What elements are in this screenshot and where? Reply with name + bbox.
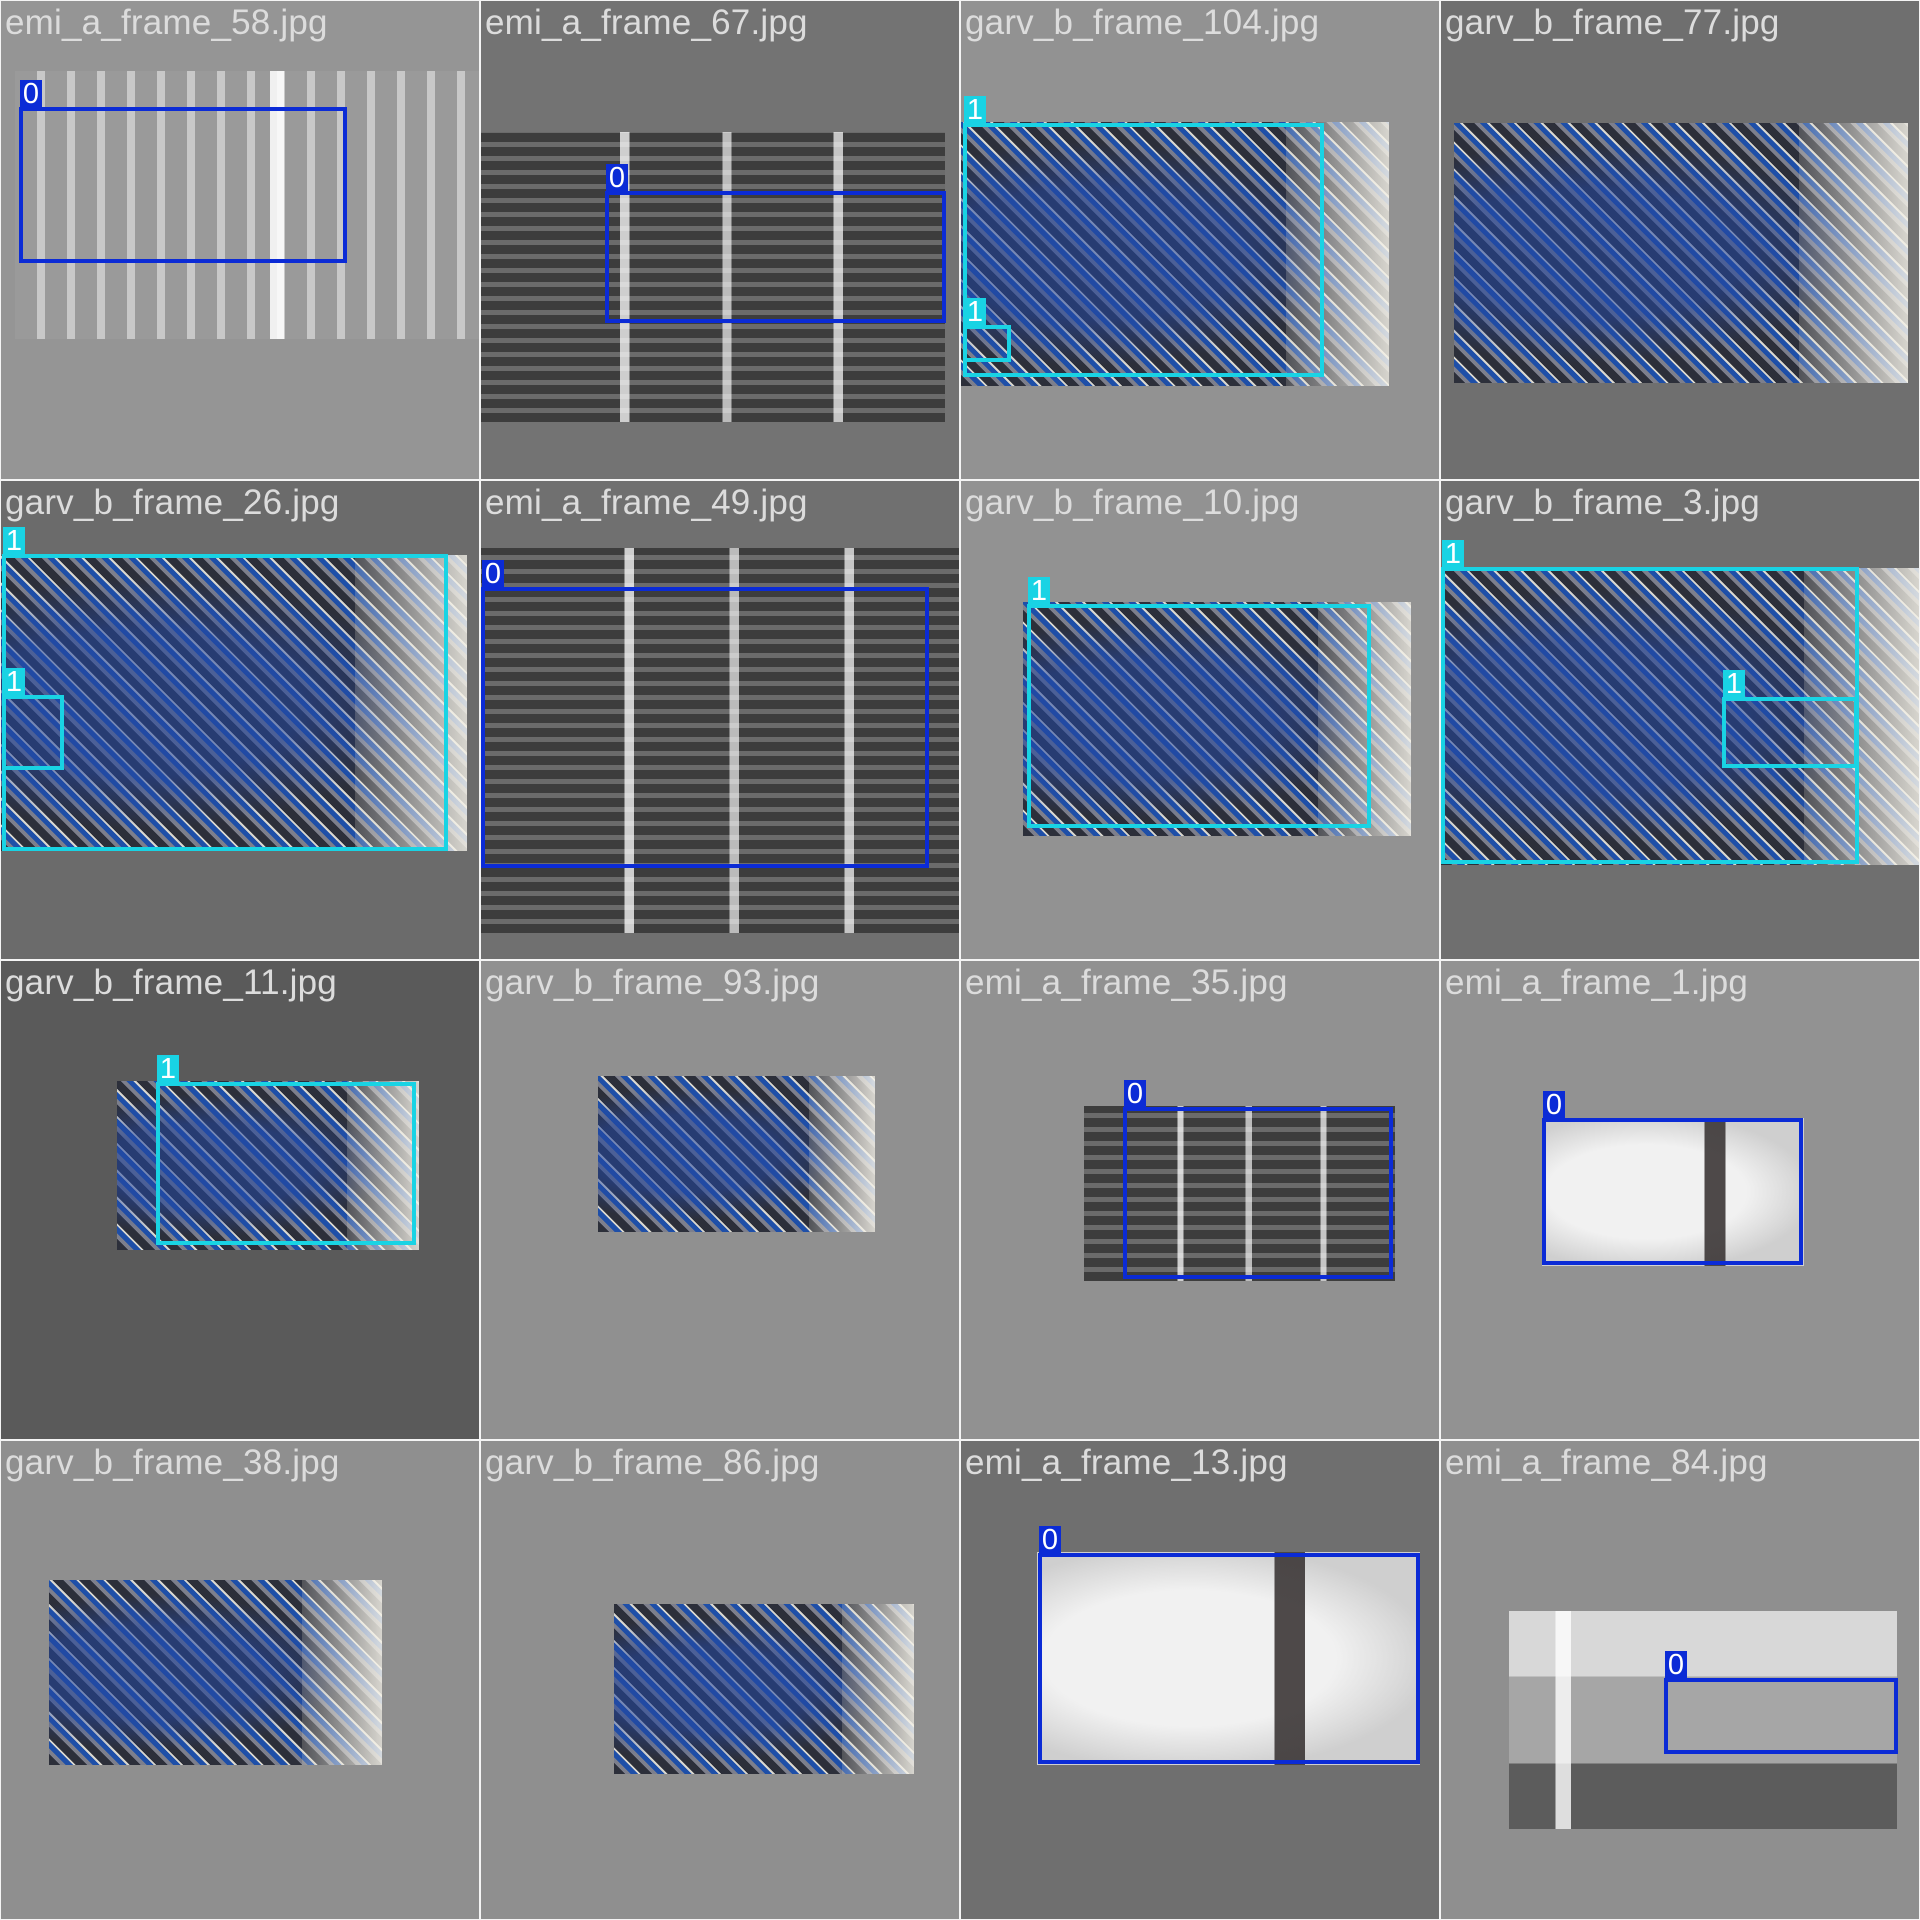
detection-mosaic: emi_a_frame_58.jpg 0 emi_a_frame_67.jpg …: [0, 0, 1920, 1920]
tile-garv-b-frame-38[interactable]: garv_b_frame_38.jpg: [1, 1441, 479, 1919]
tile-emi-a-frame-67[interactable]: emi_a_frame_67.jpg 0: [481, 1, 959, 479]
tile-garv-b-frame-10[interactable]: garv_b_frame_10.jpg 1: [961, 481, 1439, 959]
class-label: 1: [964, 96, 986, 125]
tile-garv-b-frame-104[interactable]: garv_b_frame_104.jpg 1 1: [961, 1, 1439, 479]
bounding-box[interactable]: 1: [963, 298, 1011, 362]
frame-image: [49, 1580, 382, 1765]
tile-filename: emi_a_frame_13.jpg: [965, 1443, 1288, 1482]
tile-filename: emi_a_frame_49.jpg: [485, 483, 808, 522]
class-label: 1: [3, 527, 25, 556]
tile-garv-b-frame-77[interactable]: garv_b_frame_77.jpg: [1441, 1, 1919, 479]
class-label: 0: [1543, 1091, 1565, 1120]
tile-garv-b-frame-3[interactable]: garv_b_frame_3.jpg 1 1: [1441, 481, 1919, 959]
class-label: 1: [1028, 577, 1050, 606]
tile-filename: garv_b_frame_11.jpg: [5, 963, 337, 1002]
bounding-box[interactable]: 1: [156, 1055, 416, 1245]
tile-garv-b-frame-11[interactable]: garv_b_frame_11.jpg 1: [1, 961, 479, 1439]
tile-filename: garv_b_frame_86.jpg: [485, 1443, 820, 1482]
tile-emi-a-frame-84[interactable]: emi_a_frame_84.jpg 0: [1441, 1441, 1919, 1919]
class-label: 0: [606, 164, 628, 193]
bounding-box[interactable]: 0: [481, 560, 929, 868]
class-label: 1: [1442, 540, 1464, 569]
class-label: 1: [964, 298, 986, 327]
bounding-box[interactable]: 1: [2, 527, 448, 851]
tile-garv-b-frame-93[interactable]: garv_b_frame_93.jpg: [481, 961, 959, 1439]
class-label: 0: [1039, 1526, 1061, 1555]
bounding-box[interactable]: 0: [1542, 1091, 1803, 1265]
class-label: 1: [1723, 670, 1745, 699]
bounding-box[interactable]: 0: [19, 80, 347, 263]
tile-filename: garv_b_frame_38.jpg: [5, 1443, 340, 1482]
tile-filename: emi_a_frame_58.jpg: [5, 3, 328, 42]
class-label: 0: [20, 80, 42, 109]
bounding-box[interactable]: 0: [605, 164, 946, 323]
bounding-box[interactable]: 0: [1664, 1651, 1898, 1754]
frame-image: [598, 1076, 875, 1232]
tile-filename: garv_b_frame_93.jpg: [485, 963, 820, 1002]
tile-filename: emi_a_frame_35.jpg: [965, 963, 1288, 1002]
tile-filename: garv_b_frame_104.jpg: [965, 3, 1320, 42]
tile-filename: garv_b_frame_10.jpg: [965, 483, 1300, 522]
bounding-box[interactable]: 1: [963, 96, 1324, 377]
tile-emi-a-frame-58[interactable]: emi_a_frame_58.jpg 0: [1, 1, 479, 479]
bounding-box[interactable]: 1: [1027, 577, 1371, 828]
class-label: 1: [3, 668, 25, 697]
tile-filename: emi_a_frame_67.jpg: [485, 3, 808, 42]
tile-garv-b-frame-26[interactable]: garv_b_frame_26.jpg 1 1: [1, 481, 479, 959]
tile-emi-a-frame-49[interactable]: emi_a_frame_49.jpg 0: [481, 481, 959, 959]
tile-emi-a-frame-13[interactable]: emi_a_frame_13.jpg 0: [961, 1441, 1439, 1919]
class-label: 0: [482, 560, 504, 589]
bounding-box[interactable]: 1: [1722, 670, 1858, 768]
tile-filename: garv_b_frame_3.jpg: [1445, 483, 1760, 522]
class-label: 0: [1665, 1651, 1687, 1680]
frame-image: [1454, 123, 1908, 383]
class-label: 1: [157, 1055, 179, 1084]
frame-image: [614, 1604, 914, 1774]
tile-filename: garv_b_frame_26.jpg: [5, 483, 340, 522]
tile-filename: emi_a_frame_1.jpg: [1445, 963, 1749, 1002]
class-label: 0: [1124, 1080, 1146, 1109]
tile-filename: garv_b_frame_77.jpg: [1445, 3, 1780, 42]
bounding-box[interactable]: 1: [2, 668, 64, 770]
bounding-box[interactable]: 0: [1038, 1526, 1420, 1764]
tile-filename: emi_a_frame_84.jpg: [1445, 1443, 1768, 1482]
tile-emi-a-frame-1[interactable]: emi_a_frame_1.jpg 0: [1441, 961, 1919, 1439]
tile-garv-b-frame-86[interactable]: garv_b_frame_86.jpg: [481, 1441, 959, 1919]
bounding-box[interactable]: 0: [1123, 1080, 1393, 1279]
tile-emi-a-frame-35[interactable]: emi_a_frame_35.jpg 0: [961, 961, 1439, 1439]
